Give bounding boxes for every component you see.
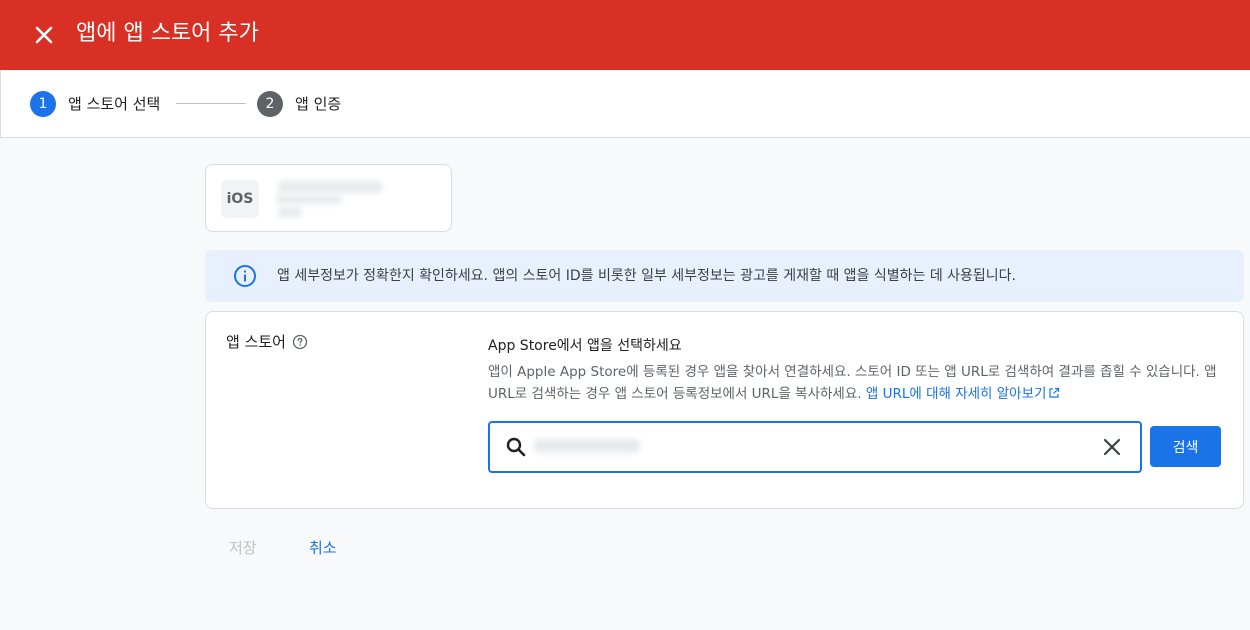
field-label-app-store: 앱 스토어 xyxy=(226,332,308,352)
search-icon xyxy=(506,437,526,457)
app-search-box[interactable] xyxy=(488,421,1142,473)
section-description: 앱이 Apple App Store에 등록된 경우 앱을 찾아서 연결하세요.… xyxy=(488,361,1228,405)
info-banner-text: 앱 세부정보가 정확한지 확인하세요. 앱의 스토어 ID를 비롯한 일부 세부… xyxy=(277,268,1017,284)
step-2-number: 2 xyxy=(257,91,283,117)
close-icon xyxy=(35,26,53,44)
close-button[interactable] xyxy=(30,21,58,49)
ios-platform-badge: iOS xyxy=(221,180,259,218)
page-title: 앱에 앱 스토어 추가 xyxy=(76,21,259,46)
app-store-form-card: 앱 스토어 App Store에서 앱을 선택하세요 앱이 Apple App … xyxy=(205,311,1244,509)
search-query-redacted xyxy=(534,439,640,453)
step-connector xyxy=(176,103,246,104)
learn-more-link-text[interactable]: 앱 URL에 대해 자세히 알아보기 xyxy=(866,386,1047,402)
clear-search-icon[interactable] xyxy=(1100,435,1124,459)
selected-app-card: iOS xyxy=(205,164,452,232)
app-name-redacted-2 xyxy=(276,195,342,204)
info-icon xyxy=(234,265,256,287)
step-1-number: 1 xyxy=(30,91,56,117)
save-button[interactable]: 저장 xyxy=(229,537,257,559)
cancel-button[interactable]: 취소 xyxy=(309,537,337,559)
app-name-redacted xyxy=(278,181,382,193)
info-banner: 앱 세부정보가 정확한지 확인하세요. 앱의 스토어 ID를 비롯한 일부 세부… xyxy=(205,250,1244,302)
app-developer-redacted xyxy=(278,207,302,217)
search-button[interactable]: 검색 xyxy=(1150,426,1221,467)
stepper: 1 앱 스토어 선택 2 앱 인증 xyxy=(0,70,1250,138)
step-2-label: 앱 인증 xyxy=(295,95,342,113)
external-link-icon xyxy=(1049,387,1060,398)
section-description-text: 앱이 Apple App Store에 등록된 경우 앱을 찾아서 연결하세요.… xyxy=(488,364,1217,402)
field-label-text: 앱 스토어 xyxy=(226,333,286,351)
step-1-label: 앱 스토어 선택 xyxy=(68,95,161,113)
top-bar: 앱에 앱 스토어 추가 xyxy=(0,0,1250,70)
section-title: App Store에서 앱을 선택하세요 xyxy=(488,338,682,354)
help-icon[interactable] xyxy=(292,334,308,350)
learn-more-link[interactable]: 앱 URL에 대해 자세히 알아보기 xyxy=(866,386,1061,402)
